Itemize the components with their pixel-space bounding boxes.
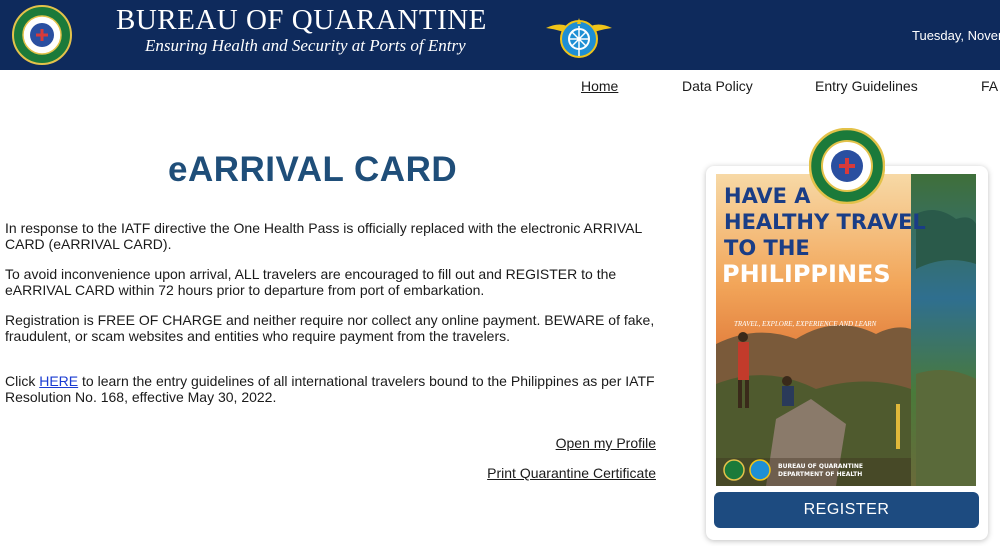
quarantine-emblem-icon (546, 18, 612, 58)
nav-entry-guidelines[interactable]: Entry Guidelines (815, 78, 918, 94)
open-profile-link[interactable]: Open my Profile (556, 435, 656, 451)
nav-home[interactable]: Home (581, 78, 618, 94)
nav-faq[interactable]: FA (981, 78, 998, 94)
poster-tagline: TRAVEL, EXPLORE, EXPERIENCE AND LEARN (734, 320, 877, 328)
poster-org-department: DEPARTMENT OF HEALTH (778, 471, 863, 478)
doh-seal-icon (809, 128, 885, 204)
page-title: eARRIVAL CARD (168, 150, 458, 189)
here-link[interactable]: HERE (39, 373, 78, 389)
intro-paragraph: In response to the IATF directive the On… (5, 220, 642, 252)
entry-guidelines-paragraph: Click HERE to learn the entry guidelines… (5, 373, 665, 405)
nav-data-policy[interactable]: Data Policy (682, 78, 753, 94)
site-title: BUREAU OF QUARANTINE (116, 4, 487, 36)
poster-org-name: BUREAU OF QUARANTINE (778, 463, 864, 470)
register-button[interactable]: REGISTER (714, 492, 979, 528)
poster-heading-line3: TO THE (724, 236, 810, 260)
guidelines-suffix: to learn the entry guidelines of all int… (5, 373, 655, 405)
print-certificate-link[interactable]: Print Quarantine Certificate (487, 465, 656, 481)
poster-heading-line2: HEALTHY TRAVEL (724, 210, 926, 234)
poster-heading-line1: HAVE A (724, 184, 811, 208)
site-tagline: Ensuring Health and Security at Ports of… (145, 36, 466, 55)
poster-heading-philippines: PHILIPPINES (722, 260, 891, 288)
doh-seal-icon (12, 5, 72, 65)
payment-warning-paragraph: Registration is FREE OF CHARGE and neith… (5, 312, 655, 344)
current-date: Tuesday, Novem (912, 28, 1000, 43)
registration-reminder-paragraph: To avoid inconvenience upon arrival, ALL… (5, 266, 617, 298)
guidelines-prefix: Click (5, 373, 40, 389)
site-header: BUREAU OF QUARANTINE Ensuring Health and… (0, 0, 1000, 70)
